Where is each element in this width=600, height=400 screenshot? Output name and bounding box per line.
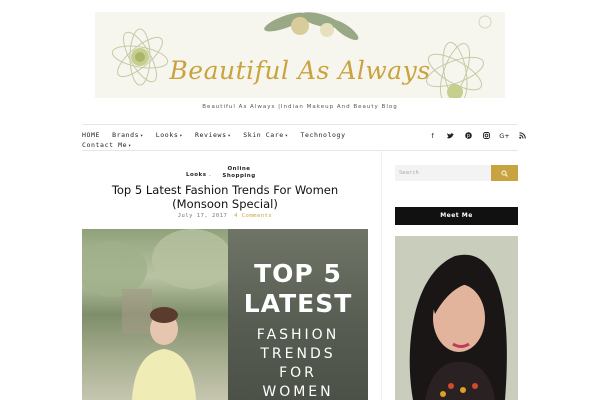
nav-row: HOME Brands▾ Looks▾ Reviews▾ Skin Care▾ … <box>82 130 382 140</box>
search-input[interactable] <box>395 165 491 181</box>
image-text-line: WOMEN <box>262 384 334 400</box>
category-separator: . <box>209 172 212 178</box>
image-text-line: TOP 5 <box>254 259 342 288</box>
chevron-down-icon: ▾ <box>284 133 289 139</box>
floral-decoration <box>111 12 492 98</box>
chevron-down-icon: ▾ <box>140 133 144 139</box>
post-title[interactable]: Top 5 Latest Fashion Trends For Women (M… <box>100 183 350 211</box>
pinterest-icon[interactable]: p <box>464 131 473 140</box>
nav-item-home[interactable]: HOME <box>82 131 100 139</box>
image-text-line: LATEST <box>243 289 353 318</box>
category-link-looks[interactable]: Looks <box>186 172 207 179</box>
main-navigation: HOME Brands▾ Looks▾ Reviews▾ Skin Care▾ … <box>82 130 382 150</box>
image-text-line: TRENDS <box>260 346 336 362</box>
header-banner[interactable]: Beautiful As Always <box>95 12 505 98</box>
site-logo-title[interactable]: Beautiful As Always <box>95 56 505 85</box>
search-box <box>395 165 491 181</box>
nav-item-contact-me[interactable]: Contact Me▾ <box>82 141 132 149</box>
social-links: f p G+ <box>428 131 527 140</box>
comments-link[interactable]: 4 Comments <box>234 213 272 219</box>
nav-item-reviews[interactable]: Reviews▾ <box>195 131 231 139</box>
post-categories: Looks . Online Shopping <box>178 165 298 181</box>
featured-image[interactable]: TOP 5 LATEST FASHION TRENDS FOR WOMEN <box>82 229 368 400</box>
widget-title-meet-me: Meet Me <box>395 207 518 225</box>
divider <box>82 124 518 125</box>
sidebar-divider <box>381 150 382 400</box>
image-text-line: FASHION <box>256 327 340 343</box>
model-photo <box>82 229 232 400</box>
nav-item-technology[interactable]: Technology <box>300 131 345 139</box>
image-text-line: FOR <box>279 365 317 381</box>
post-meta: July 17, 2017 4 Comments <box>100 213 350 219</box>
twitter-icon[interactable] <box>446 131 455 140</box>
search-button[interactable] <box>491 165 518 181</box>
post-date: July 17, 2017 <box>177 213 228 219</box>
search-icon <box>501 169 508 177</box>
rss-icon[interactable] <box>518 131 527 140</box>
svg-text:p: p <box>467 133 470 139</box>
chevron-down-icon: ▾ <box>227 133 232 139</box>
nav-row: Contact Me▾ <box>82 140 382 150</box>
author-photo[interactable] <box>395 236 518 400</box>
category-link-online-shopping[interactable]: Online Shopping <box>222 166 256 179</box>
chevron-down-icon: ▾ <box>179 133 183 139</box>
nav-item-skin-care[interactable]: Skin Care▾ <box>243 131 288 139</box>
nav-item-looks[interactable]: Looks▾ <box>156 131 183 139</box>
google-plus-icon[interactable]: G+ <box>499 131 509 140</box>
divider <box>82 150 518 151</box>
facebook-icon[interactable]: f <box>428 131 437 140</box>
chevron-down-icon: ▾ <box>128 143 132 149</box>
nav-item-brands[interactable]: Brands▾ <box>112 131 144 139</box>
instagram-icon[interactable] <box>482 131 491 140</box>
site-tagline: Beautiful As Always |Indian Makeup And B… <box>202 104 398 110</box>
